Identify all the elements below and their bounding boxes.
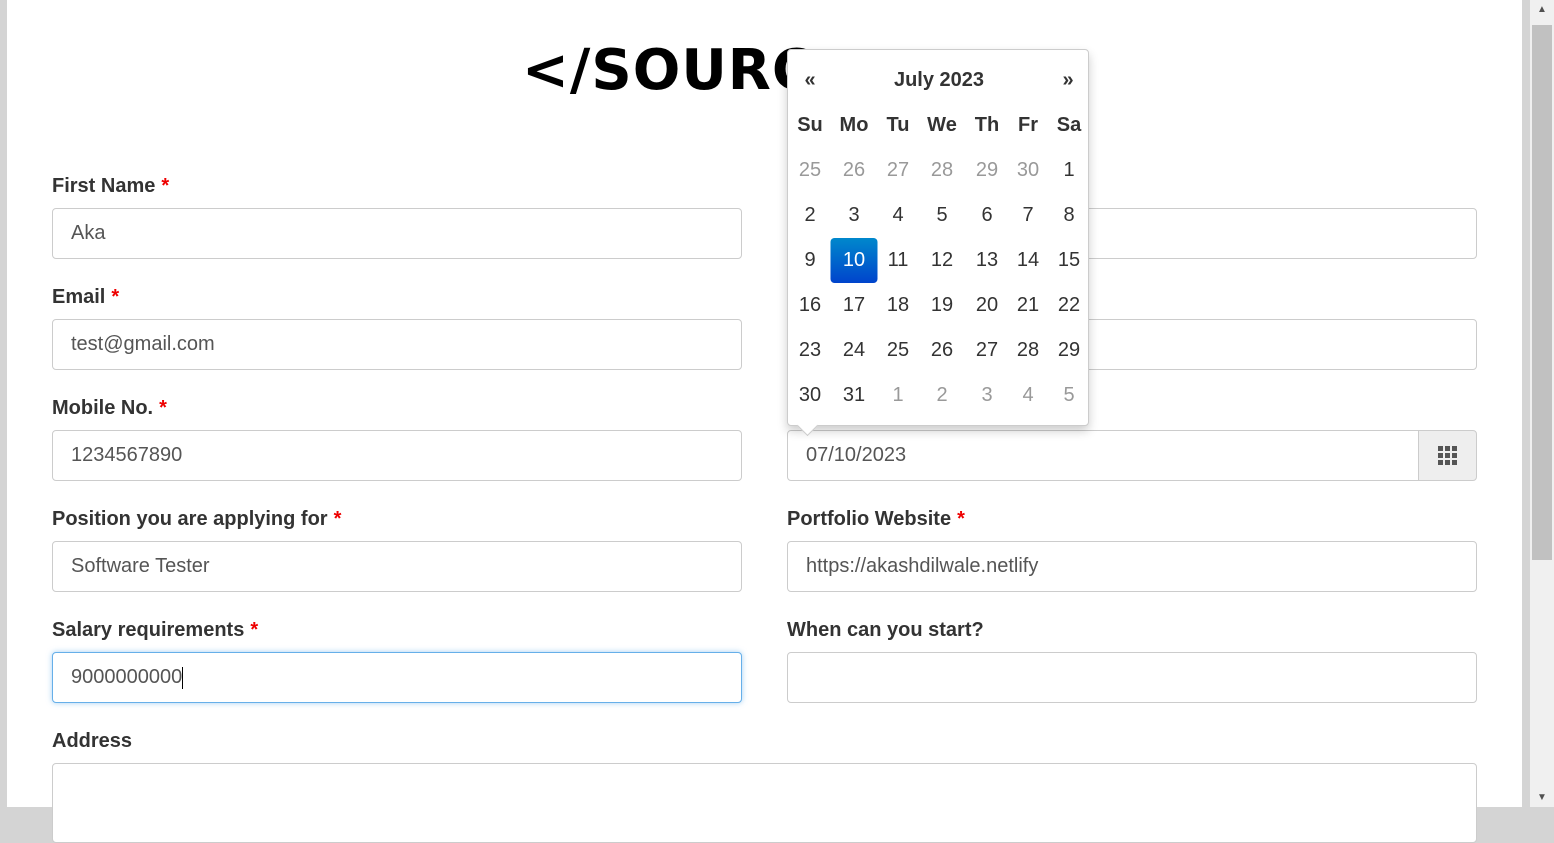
week-row: 2345678 <box>788 193 1088 238</box>
email-label: Email * <box>52 286 120 308</box>
day-cell[interactable]: 13 <box>965 238 1009 283</box>
month-title[interactable]: July 2023 <box>849 58 1029 103</box>
day-cell[interactable]: 8 <box>1047 193 1091 238</box>
weekday-row: Su Mo Tu We Th Fr Sa <box>788 103 1088 148</box>
day-cell[interactable]: 9 <box>788 238 832 283</box>
day-selected[interactable]: 10 <box>830 238 878 283</box>
day-cell[interactable]: 1 <box>876 373 920 418</box>
mobile-label: Mobile No. * <box>52 397 167 419</box>
day-cell[interactable]: 29 <box>1047 328 1091 373</box>
day-cell[interactable]: 21 <box>1006 283 1050 328</box>
week-row: 23 24 25 26 27 28 29 <box>788 328 1088 373</box>
day-cell[interactable]: 4 <box>1006 373 1050 418</box>
calendar-grid-icon <box>1438 446 1457 465</box>
weekday-fr: Fr <box>1018 114 1038 136</box>
day-cell[interactable]: 28 <box>920 148 964 193</box>
prev-month-button[interactable]: « <box>788 58 832 103</box>
salary-input[interactable]: 9000000000 <box>52 652 742 703</box>
day-cell[interactable]: 4 <box>876 193 920 238</box>
week-row: 25 26 27 28 29 30 1 <box>788 148 1088 193</box>
day-cell[interactable]: 24 <box>832 328 876 373</box>
week-row: 16 17 18 19 20 21 22 <box>788 283 1088 328</box>
calendar-button[interactable] <box>1418 430 1477 481</box>
scrollbar[interactable]: ▲ ▼ <box>1530 0 1554 807</box>
first-name-input[interactable]: Aka <box>52 208 742 259</box>
mobile-input[interactable]: 1234567890 <box>52 430 742 481</box>
scroll-up-icon[interactable]: ▲ <box>1537 4 1547 15</box>
day-cell[interactable]: 11 <box>876 238 920 283</box>
day-cell[interactable]: 23 <box>788 328 832 373</box>
day-cell[interactable]: 3 <box>965 373 1009 418</box>
date-input[interactable]: 07/10/2023 <box>787 430 1419 481</box>
day-cell[interactable]: 30 <box>788 373 832 418</box>
day-cell[interactable]: 2 <box>788 193 832 238</box>
position-label: Position you are applying for * <box>52 508 342 530</box>
day-cell[interactable]: 30 <box>1006 148 1050 193</box>
week-row: 9 10 11 12 13 14 15 <box>788 238 1088 283</box>
day-cell[interactable]: 25 <box>876 328 920 373</box>
day-cell[interactable]: 7 <box>1006 193 1050 238</box>
weekday-we: We <box>927 114 957 136</box>
day-cell[interactable]: 14 <box>1006 238 1050 283</box>
scroll-down-icon[interactable]: ▼ <box>1537 792 1547 803</box>
first-name-label: First Name * <box>52 175 170 197</box>
day-cell[interactable]: 3 <box>832 193 876 238</box>
day-cell[interactable]: 5 <box>1047 373 1091 418</box>
portfolio-label: Portfolio Website * <box>787 508 965 530</box>
day-cell[interactable]: 27 <box>965 328 1009 373</box>
address-label: Address <box>52 730 133 752</box>
weekday-th: Th <box>974 114 1000 136</box>
day-cell[interactable]: 2 <box>920 373 964 418</box>
day-cell[interactable]: 5 <box>920 193 964 238</box>
day-cell[interactable]: 29 <box>965 148 1009 193</box>
day-cell[interactable]: 26 <box>832 148 876 193</box>
weekday-su: Su <box>797 114 823 136</box>
day-cell[interactable]: 18 <box>876 283 920 328</box>
day-cell[interactable]: 27 <box>876 148 920 193</box>
address-input[interactable] <box>52 763 1477 843</box>
start-input[interactable] <box>787 652 1477 703</box>
day-cell[interactable]: 31 <box>832 373 876 418</box>
logo: </SOURC <box>522 38 815 103</box>
position-input[interactable]: Software Tester <box>52 541 742 592</box>
scrollbar-thumb[interactable] <box>1532 25 1552 560</box>
day-cell[interactable]: 20 <box>965 283 1009 328</box>
day-cell[interactable]: 1 <box>1047 148 1091 193</box>
day-cell[interactable]: 22 <box>1047 283 1091 328</box>
week-row: 30 31 1 2 3 4 5 <box>788 373 1088 418</box>
weekday-sa: Sa <box>1056 114 1082 136</box>
datepicker: « July 2023 » Su Mo Tu We Th Fr Sa 25 26 27 28 29 3… <box>787 49 1089 426</box>
day-cell[interactable]: 16 <box>788 283 832 328</box>
next-month-button[interactable]: » <box>1046 58 1090 103</box>
start-label: When can you start? <box>787 619 984 641</box>
day-cell[interactable]: 28 <box>1006 328 1050 373</box>
weekday-mo: Mo <box>839 114 869 136</box>
day-cell[interactable]: 19 <box>920 283 964 328</box>
day-cell[interactable]: 12 <box>920 238 964 283</box>
weekday-tu: Tu <box>886 114 910 136</box>
day-cell[interactable]: 25 <box>788 148 832 193</box>
email-input[interactable]: test@gmail.com <box>52 319 742 370</box>
salary-label: Salary requirements * <box>52 619 259 641</box>
portfolio-input[interactable]: https://akashdilwale.netlify <box>787 541 1477 592</box>
day-cell[interactable]: 17 <box>832 283 876 328</box>
datepicker-header: « July 2023 » <box>788 58 1088 103</box>
day-cell[interactable]: 26 <box>920 328 964 373</box>
day-cell[interactable]: 6 <box>965 193 1009 238</box>
day-cell[interactable]: 15 <box>1047 238 1091 283</box>
